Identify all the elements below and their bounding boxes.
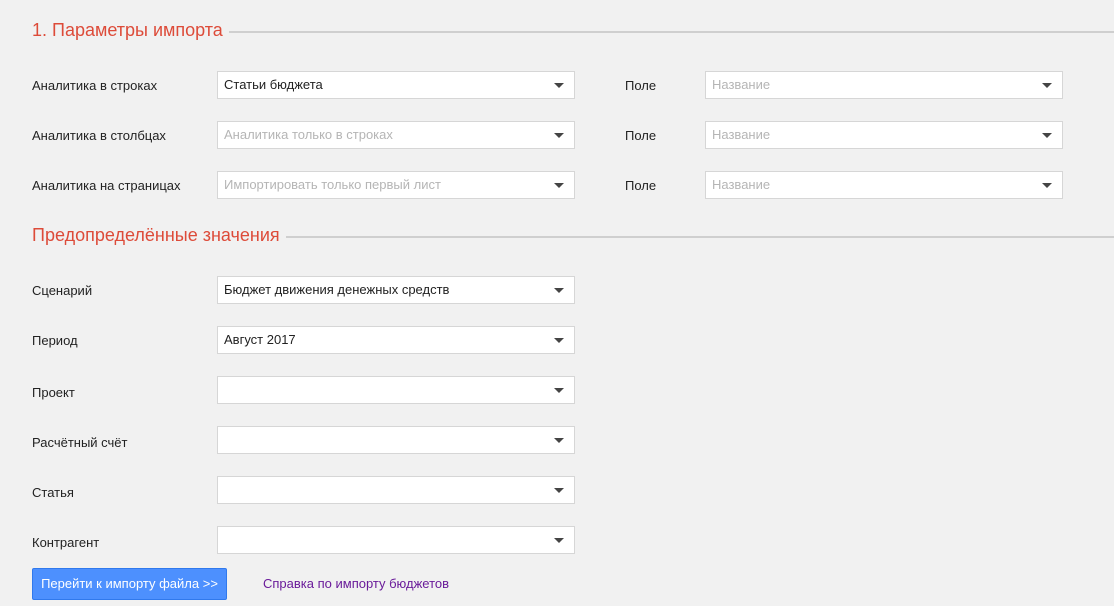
pages-analytics-select[interactable]: Импортировать только первый лист <box>217 171 575 199</box>
select-placeholder: Название <box>712 77 771 92</box>
bank-account-label: Расчётный счёт <box>32 435 128 450</box>
bank-account-select[interactable] <box>217 426 575 454</box>
budget-item-select[interactable] <box>217 476 575 504</box>
chevron-down-icon <box>554 338 564 343</box>
select-value: Статьи бюджета <box>224 77 323 92</box>
scenario-select[interactable]: Бюджет движения денежных средств <box>217 276 575 304</box>
rows-analytics-select[interactable]: Статьи бюджета <box>217 71 575 99</box>
rows-field-label: Поле <box>625 78 657 93</box>
pages-field-select[interactable]: Название <box>705 171 1063 199</box>
period-label: Период <box>32 333 78 348</box>
section-import-params-header: 1. Параметры импорта <box>32 20 1114 41</box>
select-value: Август 2017 <box>224 332 296 347</box>
project-select[interactable] <box>217 376 575 404</box>
pages-analytics-label: Аналитика на страницах <box>32 178 181 193</box>
section-divider <box>285 235 1114 238</box>
chevron-down-icon <box>554 538 564 543</box>
budget-import-help-link[interactable]: Справка по импорту бюджетов <box>263 576 449 591</box>
section-title: Предопределённые значения <box>32 225 280 245</box>
rows-field-select[interactable]: Название <box>705 71 1063 99</box>
chevron-down-icon <box>1042 133 1052 138</box>
section-predefined-values-header: Предопределённые значения <box>32 225 1114 246</box>
period-select[interactable]: Август 2017 <box>217 326 575 354</box>
select-placeholder: Название <box>712 177 771 192</box>
select-placeholder: Импортировать только первый лист <box>224 177 441 192</box>
select-placeholder: Аналитика только в строках <box>224 127 393 142</box>
section-title: 1. Параметры импорта <box>32 20 223 40</box>
project-label: Проект <box>32 385 75 400</box>
select-value: Бюджет движения денежных средств <box>224 282 450 297</box>
chevron-down-icon <box>554 488 564 493</box>
chevron-down-icon <box>554 438 564 443</box>
pages-field-label: Поле <box>625 178 657 193</box>
columns-analytics-select[interactable]: Аналитика только в строках <box>217 121 575 149</box>
counterparty-select[interactable] <box>217 526 575 554</box>
columns-field-select[interactable]: Название <box>705 121 1063 149</box>
columns-analytics-label: Аналитика в столбцах <box>32 128 166 143</box>
chevron-down-icon <box>1042 183 1052 188</box>
chevron-down-icon <box>1042 83 1052 88</box>
budget-item-label: Статья <box>32 485 74 500</box>
select-placeholder: Название <box>712 127 771 142</box>
section-divider <box>228 30 1114 33</box>
columns-field-label: Поле <box>625 128 657 143</box>
scenario-label: Сценарий <box>32 283 93 298</box>
chevron-down-icon <box>554 288 564 293</box>
go-to-file-import-button[interactable]: Перейти к импорту файла >> <box>32 568 227 600</box>
counterparty-label: Контрагент <box>32 535 100 550</box>
chevron-down-icon <box>554 83 564 88</box>
rows-analytics-label: Аналитика в строках <box>32 78 158 93</box>
chevron-down-icon <box>554 183 564 188</box>
chevron-down-icon <box>554 133 564 138</box>
chevron-down-icon <box>554 388 564 393</box>
